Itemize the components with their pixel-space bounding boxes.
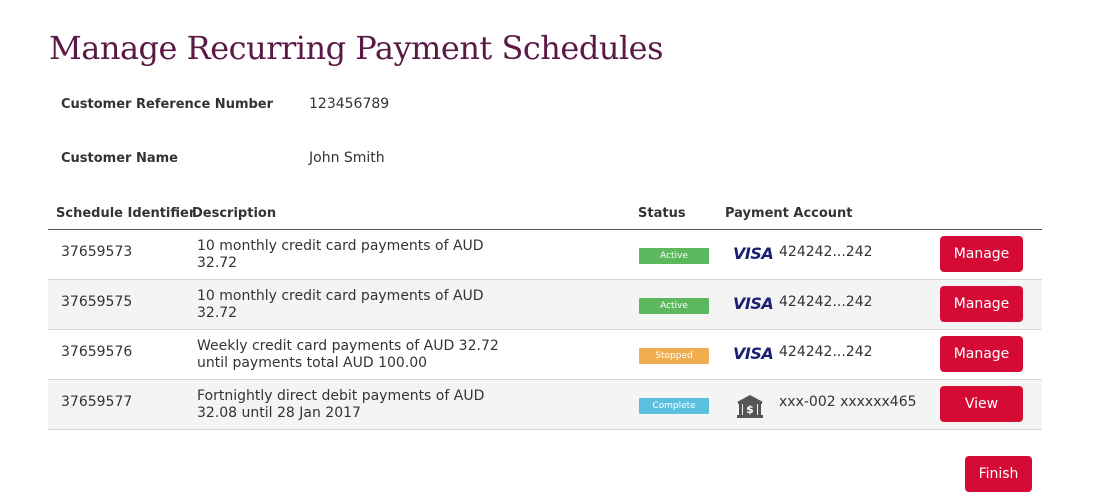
schedule-description: 10 monthly credit card payments of AUD 3… (197, 238, 484, 271)
table-row: 37659573 10 monthly credit card payments… (48, 230, 1042, 280)
schedule-id: 37659577 (61, 394, 133, 410)
manage-button[interactable]: Manage (940, 336, 1023, 372)
svg-text:$: $ (746, 403, 754, 416)
status-badge: Active (639, 248, 709, 264)
view-button[interactable]: View (940, 386, 1023, 422)
schedule-id: 37659573 (61, 244, 133, 260)
visa-icon: VISA (733, 344, 774, 363)
page-title: Manage Recurring Payment Schedules (49, 29, 664, 67)
header-status: Status (638, 206, 686, 221)
payment-account: 424242...242 (779, 244, 873, 260)
status-badge: Complete (639, 398, 709, 414)
customer-name-label: Customer Name (61, 151, 178, 166)
status-badge: Active (639, 298, 709, 314)
table-row: 37659577 Fortnightly direct debit paymen… (48, 380, 1042, 430)
schedule-description: Weekly credit card payments of AUD 32.72… (197, 338, 499, 371)
visa-icon: VISA (733, 294, 774, 313)
header-description: Description (192, 206, 277, 221)
schedule-description: Fortnightly direct debit payments of AUD… (197, 388, 485, 421)
table-header: Schedule Identifier Description Status P… (48, 199, 1042, 230)
customer-name-value: John Smith (309, 150, 385, 166)
table-row: 37659575 10 monthly credit card payments… (48, 280, 1042, 330)
payment-account: 424242...242 (779, 294, 873, 310)
manage-button[interactable]: Manage (940, 286, 1023, 322)
payment-account: xxx-002 xxxxxx465 (779, 394, 917, 410)
customer-reference-value: 123456789 (309, 96, 390, 112)
schedule-description: 10 monthly credit card payments of AUD 3… (197, 288, 484, 321)
customer-reference-label: Customer Reference Number (61, 97, 274, 112)
finish-button[interactable]: Finish (965, 456, 1032, 492)
manage-button[interactable]: Manage (940, 236, 1023, 272)
schedule-id: 37659576 (61, 344, 133, 360)
bank-icon: $ (737, 395, 763, 418)
visa-icon: VISA (733, 244, 774, 263)
payment-account: 424242...242 (779, 344, 873, 360)
header-payment-account: Payment Account (725, 206, 853, 221)
table-row: 37659576 Weekly credit card payments of … (48, 330, 1042, 380)
status-badge: Stopped (639, 348, 709, 364)
schedule-id: 37659575 (61, 294, 133, 310)
schedules-table: Schedule Identifier Description Status P… (48, 199, 1042, 430)
header-schedule-identifier: Schedule Identifier (56, 206, 196, 221)
